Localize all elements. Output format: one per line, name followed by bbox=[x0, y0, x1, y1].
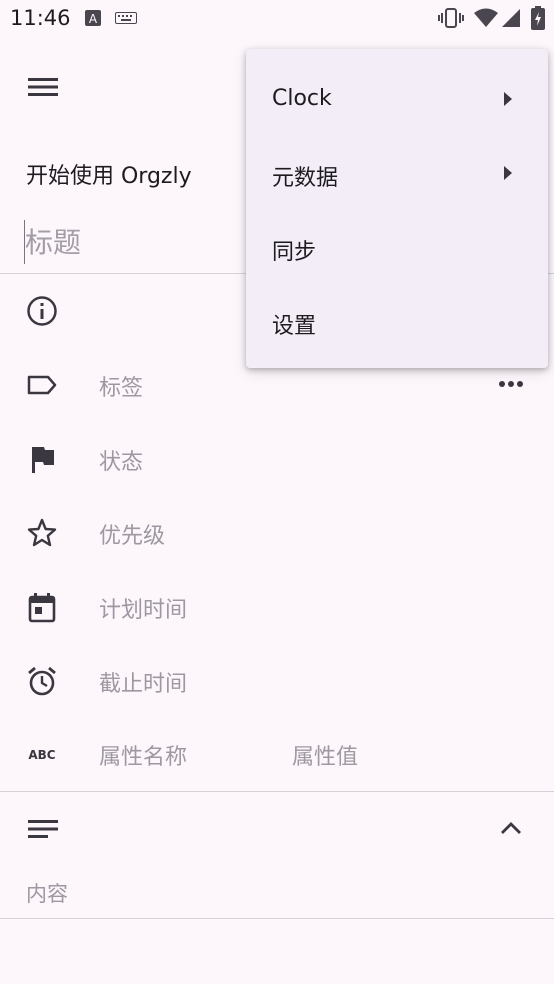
book-title[interactable]: 开始使用 Orgzly bbox=[26, 158, 192, 190]
menu-item-sync[interactable]: 同步 bbox=[246, 210, 548, 284]
info-icon[interactable] bbox=[26, 295, 58, 327]
calendar-icon bbox=[28, 593, 56, 623]
label-tag-icon bbox=[27, 375, 57, 395]
svg-text:A: A bbox=[89, 12, 98, 26]
menu-item-label: Clock bbox=[272, 86, 332, 111]
menu-item-label: 同步 bbox=[272, 240, 317, 265]
property-value-field[interactable]: 属性值 bbox=[292, 739, 358, 771]
menu-item-settings[interactable]: 设置 bbox=[246, 284, 548, 358]
priority-label: 优先级 bbox=[99, 524, 166, 549]
state-label: 状态 bbox=[99, 450, 144, 475]
cell-signal-icon bbox=[502, 9, 520, 27]
divider bbox=[0, 791, 554, 792]
menu-item-metadata[interactable]: 元数据 bbox=[246, 136, 548, 210]
vibrate-icon bbox=[438, 8, 464, 28]
flag-icon bbox=[32, 447, 54, 473]
scheduled-row[interactable]: 计划时间 bbox=[0, 577, 554, 637]
property-name-field[interactable]: 属性名称 bbox=[99, 739, 187, 771]
divider bbox=[0, 918, 554, 919]
state-row[interactable]: 状态 bbox=[0, 429, 554, 489]
tags-label: 标签 bbox=[99, 376, 144, 401]
svg-text:ABC: ABC bbox=[28, 748, 55, 762]
more-horiz-icon[interactable] bbox=[498, 380, 524, 388]
keyboard-icon bbox=[115, 12, 137, 24]
hamburger-icon[interactable] bbox=[28, 76, 58, 98]
overflow-menu: Clock 元数据 同步 设置 bbox=[246, 49, 548, 368]
chevron-up-icon[interactable] bbox=[499, 820, 523, 836]
submenu-arrow-icon bbox=[504, 92, 512, 106]
property-row: ABC 属性名称 属性值 bbox=[0, 724, 554, 784]
menu-item-label: 元数据 bbox=[272, 166, 339, 191]
star-outline-icon bbox=[27, 518, 57, 547]
scheduled-label: 计划时间 bbox=[99, 598, 188, 623]
content-input[interactable]: 内容 bbox=[26, 878, 68, 908]
alarm-icon bbox=[28, 666, 56, 696]
deadline-row[interactable]: 截止时间 bbox=[0, 651, 554, 711]
notes-lines-icon bbox=[28, 820, 58, 838]
battery-charging-icon bbox=[531, 6, 545, 30]
menu-item-label: 设置 bbox=[272, 314, 317, 339]
status-time: 11:46 bbox=[10, 6, 71, 30]
title-input[interactable] bbox=[24, 220, 225, 264]
status-bar: 11:46 A bbox=[0, 0, 554, 36]
submenu-arrow-icon bbox=[504, 166, 512, 180]
wifi-icon bbox=[474, 8, 498, 27]
menu-item-clock[interactable]: Clock bbox=[246, 62, 548, 136]
abc-text-icon: ABC bbox=[28, 748, 55, 762]
keyboard-a-icon: A bbox=[85, 10, 101, 26]
deadline-label: 截止时间 bbox=[99, 672, 188, 697]
priority-row[interactable]: 优先级 bbox=[0, 503, 554, 563]
